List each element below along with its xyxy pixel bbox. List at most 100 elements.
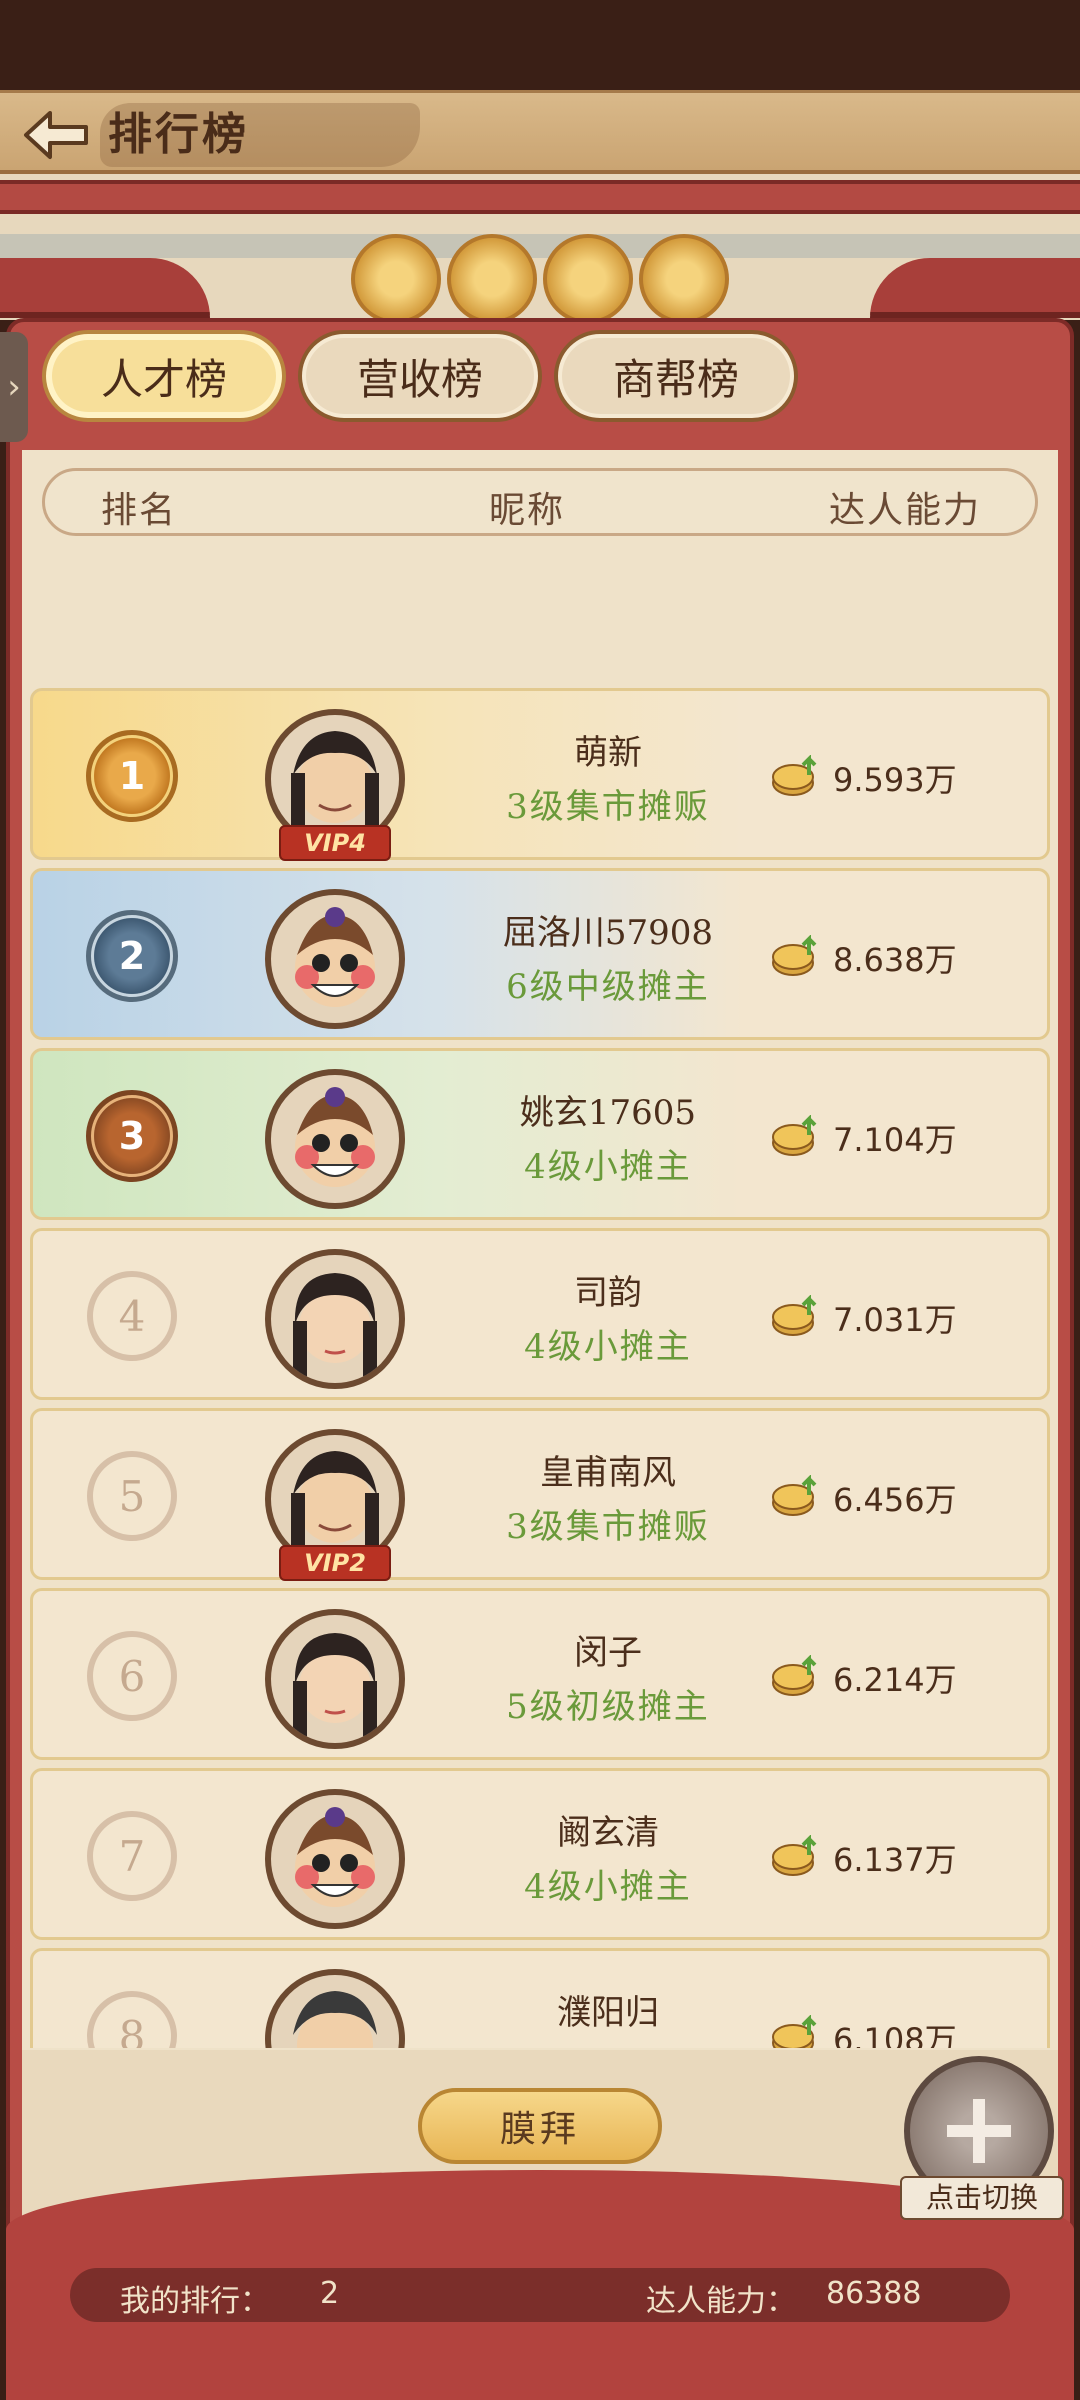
coin-icon bbox=[772, 1475, 817, 1516]
table-row[interactable]: 8 濮阳归 6.108万 bbox=[30, 1948, 1050, 2048]
clown-avatar-icon bbox=[295, 1807, 375, 1907]
coin-icon bbox=[772, 1115, 817, 1156]
rank-circle: 8 bbox=[87, 1991, 177, 2048]
avatar[interactable] bbox=[265, 1609, 405, 1749]
my-power-value: 86388 bbox=[826, 2276, 922, 2311]
player-score: 9.593万 bbox=[833, 761, 957, 799]
rank-badge: 2 bbox=[83, 907, 181, 1005]
player-name: 闵子 bbox=[574, 1633, 642, 1673]
rank-circle: 4 bbox=[87, 1271, 177, 1361]
coin-icon bbox=[772, 935, 817, 976]
side-expand-tab[interactable]: › bbox=[0, 332, 28, 442]
table-header: 排名 昵称 达人能力 bbox=[42, 468, 1038, 536]
coins-decoration bbox=[330, 234, 750, 324]
chevron-right-icon: › bbox=[7, 367, 21, 407]
back-arrow-icon bbox=[24, 111, 88, 159]
page-title: 排行榜 bbox=[108, 109, 249, 160]
male-avatar-icon bbox=[291, 731, 379, 833]
rank-badge: 6 bbox=[83, 1627, 181, 1725]
player-level: 4级小摊主 bbox=[524, 1327, 692, 1367]
player-level: 3级集市摊贩 bbox=[506, 1507, 710, 1547]
player-score: 8.638万 bbox=[833, 941, 957, 979]
leaderboard-tabs: 人才榜 营收榜 商帮榜 bbox=[42, 330, 798, 422]
table-row[interactable]: 2 屈洛川57908 6级中级摊主 8.638万 bbox=[30, 868, 1050, 1040]
coin-icon bbox=[772, 755, 817, 796]
rank-number: 2 bbox=[118, 934, 146, 978]
rank-circle: 5 bbox=[87, 1451, 177, 1541]
table-row[interactable]: 3 姚玄17605 4级小摊主 7.104万 bbox=[30, 1048, 1050, 1220]
header-power: 达人能力 bbox=[829, 490, 982, 531]
male-avatar-icon bbox=[291, 1451, 379, 1553]
coin-ornament-icon bbox=[447, 234, 537, 324]
tab-guild[interactable]: 商帮榜 bbox=[554, 330, 798, 422]
player-score: 6.456万 bbox=[833, 1481, 957, 1519]
player-name: 司韵 bbox=[574, 1273, 642, 1313]
player-level: 5级初级摊主 bbox=[506, 1687, 710, 1727]
player-score: 6.214万 bbox=[833, 1661, 957, 1699]
rank-number: 3 bbox=[118, 1114, 146, 1158]
table-row[interactable]: 7 阚玄清 4级小摊主 6.137万 bbox=[30, 1768, 1050, 1940]
my-rank-value: 2 bbox=[320, 2276, 340, 2311]
avatar[interactable] bbox=[265, 889, 405, 1029]
table-row[interactable]: 4 司韵 4级小摊主 7.031万 bbox=[30, 1228, 1050, 1400]
avatar[interactable] bbox=[265, 1969, 405, 2048]
player-name: 萌新 bbox=[574, 733, 642, 773]
rank-circle: 7 bbox=[87, 1811, 177, 1901]
coin-ornament-icon bbox=[543, 234, 633, 324]
table-row[interactable]: 6 闵子 5级初级摊主 6.214万 bbox=[30, 1588, 1050, 1760]
my-rank-label: 我的排行： bbox=[120, 2284, 270, 2319]
coin-ornament-icon bbox=[639, 234, 729, 324]
coin-icon bbox=[772, 1655, 817, 1696]
player-score: 6.108万 bbox=[833, 2021, 957, 2048]
player-score: 6.137万 bbox=[833, 1841, 957, 1879]
eave-left bbox=[0, 258, 210, 318]
rank-badge: 1 bbox=[83, 727, 181, 825]
header-nickname: 昵称 bbox=[489, 490, 566, 531]
roof-beam bbox=[0, 180, 1080, 214]
vip-badge: VIP2 bbox=[279, 1545, 391, 1581]
player-score: 7.104万 bbox=[833, 1121, 957, 1159]
coin-icon bbox=[772, 2015, 817, 2048]
vip-badge: VIP4 bbox=[279, 825, 391, 861]
female-avatar-icon bbox=[293, 1633, 377, 1739]
rank-badge: 5 bbox=[83, 1447, 181, 1545]
header-rank: 排名 bbox=[101, 490, 178, 531]
rank-badge: 3 bbox=[83, 1087, 181, 1185]
rank-circle: 6 bbox=[87, 1631, 177, 1721]
player-name: 姚玄17605 bbox=[519, 1093, 697, 1133]
bronze-medal-icon: 3 bbox=[86, 1090, 178, 1182]
player-name: 屈洛川57908 bbox=[502, 913, 714, 953]
rank-badge: 8 bbox=[83, 1987, 181, 2048]
worship-button[interactable]: 膜拜 bbox=[418, 2088, 662, 2164]
clown-avatar-icon bbox=[295, 1087, 375, 1187]
avatar[interactable] bbox=[265, 1069, 405, 1209]
silver-medal-icon: 2 bbox=[86, 910, 178, 1002]
coin-icon bbox=[772, 1295, 817, 1336]
avatar[interactable] bbox=[265, 1789, 405, 1929]
ranking-list[interactable]: 1 VIP4 萌新 3级集市摊贩 9.593万 2 屈洛川57908 6级中级摊… bbox=[30, 688, 1050, 2048]
coin-icon bbox=[772, 1835, 817, 1876]
tab-revenue[interactable]: 营收榜 bbox=[298, 330, 542, 422]
player-level: 4级小摊主 bbox=[524, 1147, 692, 1187]
my-rank-bar: 我的排行： 2 达人能力： 86388 bbox=[70, 2268, 1010, 2322]
player-level: 4级小摊主 bbox=[524, 1867, 692, 1907]
back-button[interactable] bbox=[10, 99, 102, 171]
rank-number: 1 bbox=[118, 754, 146, 798]
roof-decoration bbox=[0, 174, 1080, 324]
player-name: 濮阳归 bbox=[557, 1993, 659, 2033]
avatar[interactable] bbox=[265, 1249, 405, 1389]
clown-avatar-icon bbox=[295, 907, 375, 1007]
rank-badge: 4 bbox=[83, 1267, 181, 1365]
switch-label[interactable]: 点击切换 bbox=[900, 2176, 1064, 2220]
my-power-label: 达人能力： bbox=[646, 2284, 796, 2319]
tab-talent[interactable]: 人才榜 bbox=[42, 330, 286, 422]
player-score: 7.031万 bbox=[833, 1301, 957, 1339]
plus-icon bbox=[947, 2099, 1011, 2163]
male-avatar-icon bbox=[293, 1991, 377, 2048]
table-row[interactable]: 1 VIP4 萌新 3级集市摊贩 9.593万 bbox=[30, 688, 1050, 861]
table-row[interactable]: 5 VIP2 皇甫南风 3级集市摊贩 6.456万 bbox=[30, 1408, 1050, 1581]
female-avatar-icon bbox=[293, 1273, 377, 1379]
coin-ornament-icon bbox=[351, 234, 441, 324]
player-level: 6级中级摊主 bbox=[506, 967, 710, 1007]
player-name: 阚玄清 bbox=[557, 1813, 659, 1853]
